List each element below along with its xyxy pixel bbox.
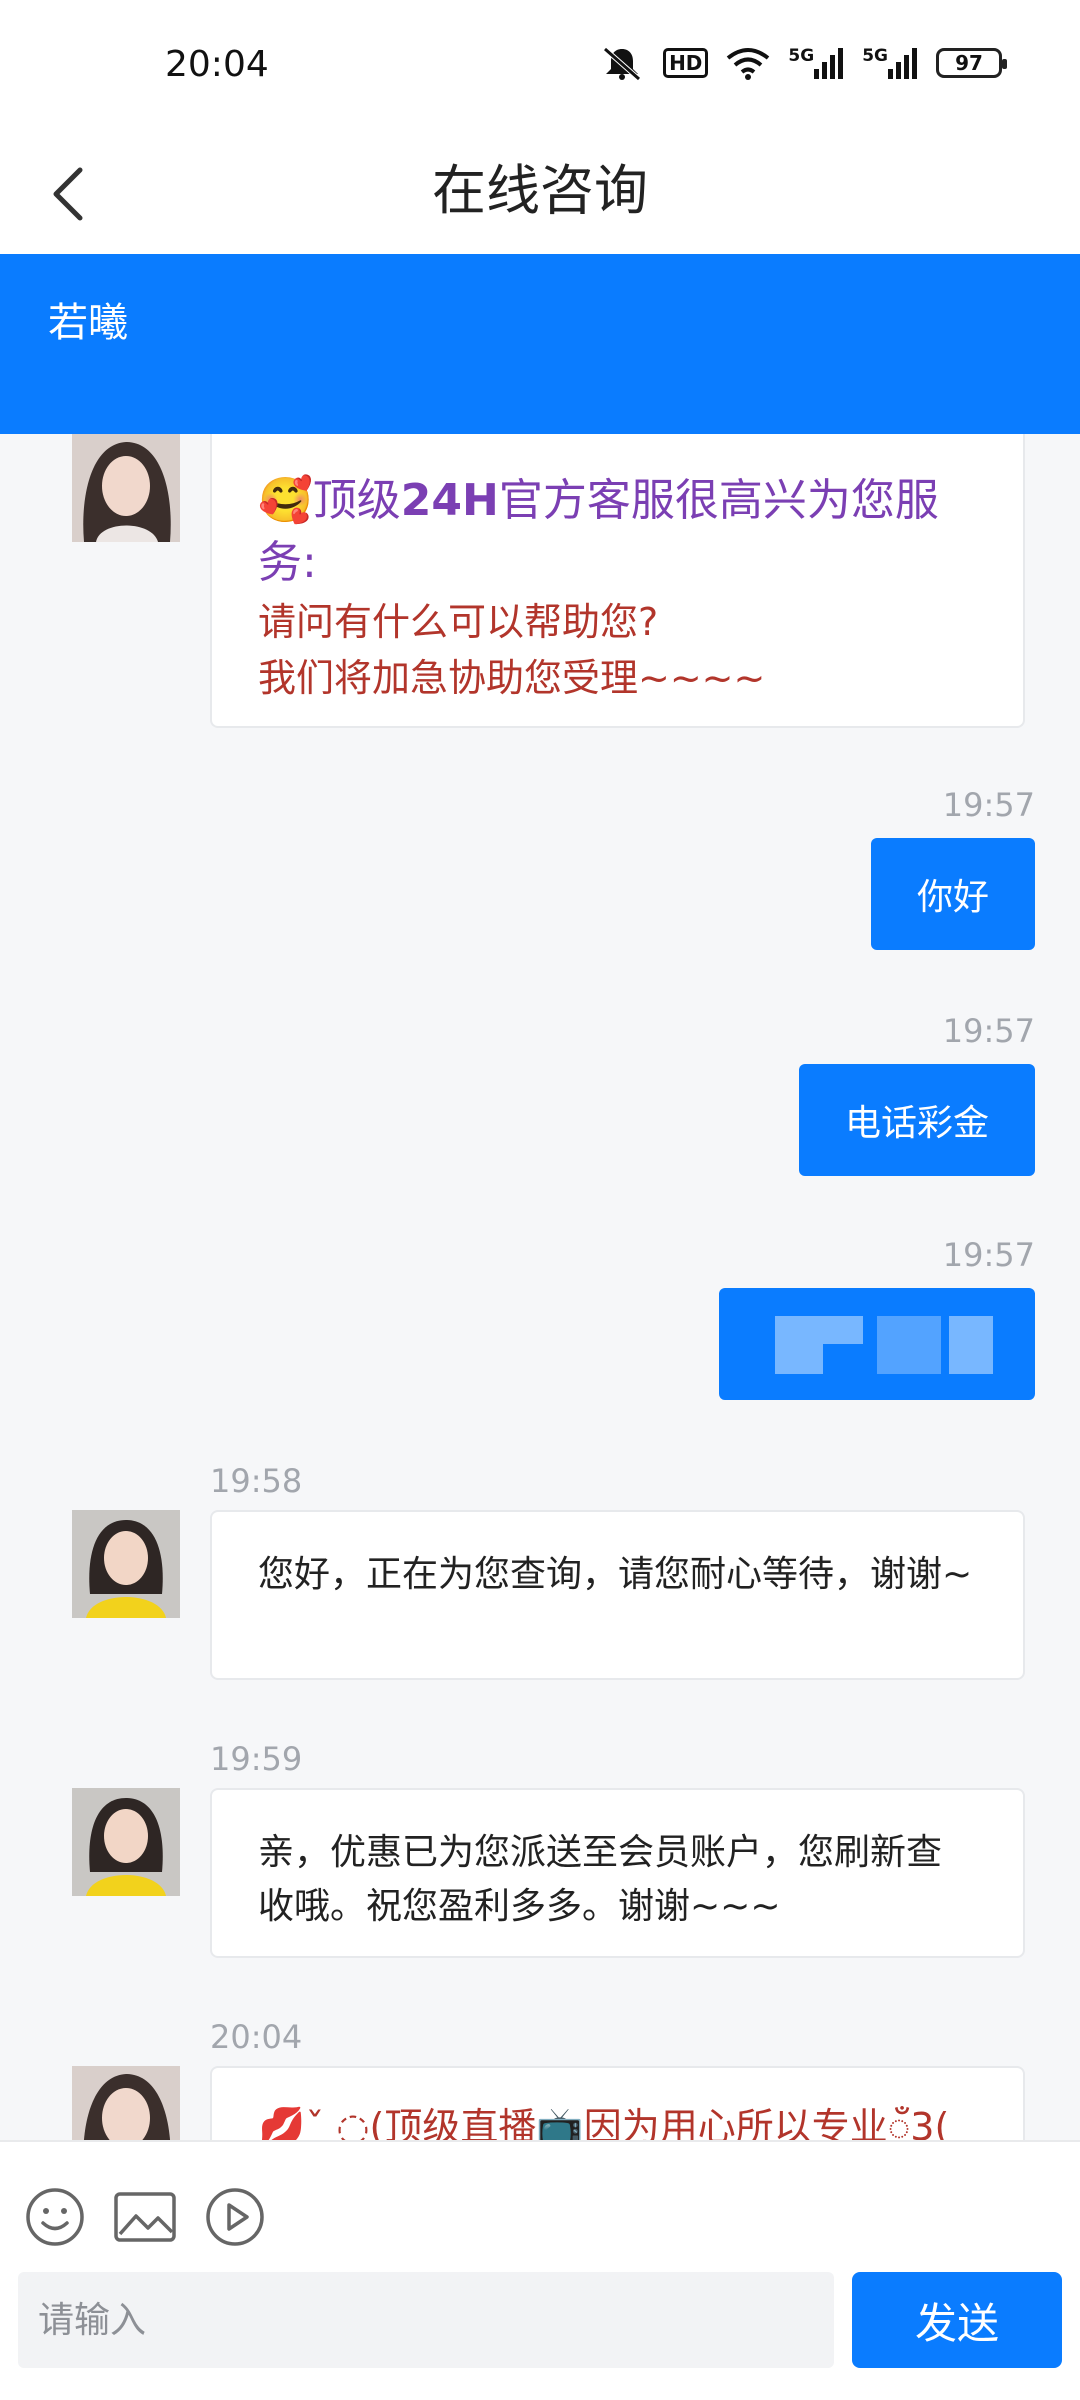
agent-message-bubble: 亲，优惠已为您派送至会员账户，您刷新查收哦。祝您盈利多多。谢谢~~~ bbox=[210, 1788, 1025, 1958]
page-title: 在线咨询 bbox=[432, 159, 648, 222]
video-button[interactable] bbox=[204, 2186, 266, 2248]
image-icon bbox=[114, 2192, 176, 2242]
welcome-question: 请问有什么可以帮助您? bbox=[258, 600, 659, 644]
mute-bell-icon bbox=[599, 46, 645, 81]
message-timestamp: 19:58 bbox=[210, 1462, 303, 1500]
welcome-headline: 🥰顶级24H官方客服很高兴为您服务: bbox=[258, 475, 939, 588]
status-icons: HD 5G 5G 97 bbox=[599, 46, 1007, 81]
hd-icon: HD bbox=[663, 46, 709, 80]
message-input[interactable] bbox=[18, 2272, 834, 2368]
welcome-message-bubble: 🥰顶级24H官方客服很高兴为您服务: 请问有什么可以帮助您? 我们将加急协助您受… bbox=[210, 434, 1025, 728]
agent-avatar bbox=[72, 1510, 180, 1618]
video-icon bbox=[206, 2188, 264, 2246]
redaction-block bbox=[823, 1316, 863, 1344]
agent-name: 若曦 bbox=[48, 300, 128, 346]
emoji-button[interactable] bbox=[24, 2186, 86, 2248]
chat-area[interactable]: 🥰顶级24H官方客服很高兴为您服务: 请问有什么可以帮助您? 我们将加急协助您受… bbox=[0, 434, 1080, 2140]
promo-text: 💋ˇ ◌(顶级直播📺因为用心所以专业ँ3( bbox=[258, 2105, 950, 2140]
agent-avatar bbox=[72, 1788, 180, 1896]
emoji-icon bbox=[26, 2188, 84, 2246]
redaction-block bbox=[949, 1316, 993, 1374]
user-message-bubble: 你好 bbox=[870, 838, 1035, 950]
status-time: 20:04 bbox=[165, 44, 269, 85]
message-timestamp: 19:57 bbox=[942, 786, 1035, 824]
signal-5g-icon-2: 5G bbox=[862, 46, 918, 80]
welcome-assurance: 我们将加急协助您受理~~~~ bbox=[258, 656, 766, 700]
input-bar: 发送 bbox=[0, 2140, 1080, 2400]
agent-avatar bbox=[72, 2066, 180, 2140]
message-timestamp: 19:57 bbox=[942, 1236, 1035, 1274]
message-timestamp: 20:04 bbox=[210, 2018, 303, 2056]
status-bar: 20:04 HD 5G 5G 97 bbox=[0, 0, 1080, 130]
message-timestamp: 19:59 bbox=[210, 1740, 303, 1778]
agent-message-bubble: 您好，正在为您查询，请您耐心等待，谢谢~ bbox=[210, 1510, 1025, 1680]
agent-promo-bubble: 💋ˇ ◌(顶级直播📺因为用心所以专业ँ3( bbox=[210, 2066, 1025, 2140]
redacted-message-bubble bbox=[719, 1288, 1035, 1400]
wifi-icon bbox=[726, 46, 770, 80]
smiling-hearts-emoji: 🥰 bbox=[258, 475, 313, 526]
agent-avatar bbox=[72, 434, 180, 542]
image-button[interactable] bbox=[112, 2186, 178, 2248]
nav-header: 在线咨询 bbox=[0, 130, 1080, 254]
signal-5g-icon: 5G bbox=[788, 46, 844, 80]
battery-icon: 97 bbox=[936, 48, 1007, 78]
redaction-block bbox=[877, 1316, 941, 1374]
agent-banner: 若曦 bbox=[0, 254, 1080, 434]
send-button[interactable]: 发送 bbox=[852, 2272, 1062, 2368]
message-timestamp: 19:57 bbox=[942, 1012, 1035, 1050]
user-message-bubble: 电话彩金 bbox=[798, 1064, 1035, 1176]
redaction-block bbox=[775, 1316, 823, 1374]
